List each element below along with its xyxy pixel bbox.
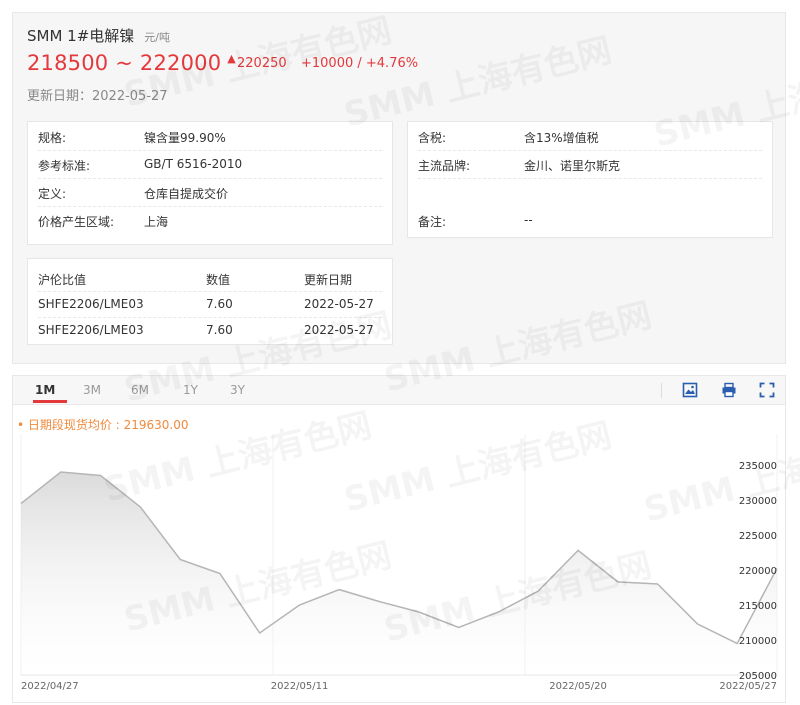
tab-3m[interactable]: 3M: [83, 383, 101, 397]
spec-label: 定义:: [38, 187, 67, 201]
product-unit: 元/吨: [144, 31, 171, 44]
spec-label: 备注:: [418, 215, 447, 229]
spec-value: 含13%增值税: [524, 131, 599, 145]
info-panel: SMM 1#电解镍 元/吨 218500 ~ 222000 ▲ 220250 +10…: [12, 12, 786, 364]
spec-row: 定义: 仓库自提成交价: [38, 178, 382, 207]
spec-value: --: [524, 213, 533, 227]
ratio-cell-date: 2022-05-27: [304, 323, 374, 337]
spec-label: 价格产生区域:: [38, 215, 115, 229]
active-tab-underline: [33, 400, 67, 403]
spec-row: 参考标准: GB/T 6516-2010: [38, 150, 382, 179]
price-range-value: 218500 ~ 222000: [27, 51, 222, 75]
spec-value: GB/T 6516-2010: [144, 157, 243, 171]
spec-label: 参考标准:: [38, 159, 91, 173]
spec-row: 价格产生区域: 上海: [38, 206, 382, 234]
spec-value: 金川、诺里尔斯克: [524, 159, 621, 173]
tab-1m[interactable]: 1M: [35, 383, 55, 397]
print-icon[interactable]: [721, 382, 737, 398]
y-tick-label: 215000: [739, 601, 777, 612]
toolbar-divider: [661, 383, 662, 398]
download-image-icon[interactable]: [682, 382, 698, 398]
x-tick-label: 2022/05/20: [549, 681, 607, 692]
spec-row: 含税: 含13%增值税: [418, 122, 762, 151]
avg-price: 220250: [237, 56, 287, 71]
ratio-cell-name: SHFE2206/LME03: [38, 297, 144, 311]
spec-box-left: 规格: 镍含量99.90% 参考标准: GB/T 6516-2010 定义: 仓库自提成交…: [27, 121, 393, 245]
spec-label: 规格:: [38, 131, 67, 145]
price-chart: 2050002100002150002200002250002300002350…: [20, 434, 778, 692]
y-tick-label: 210000: [739, 636, 777, 647]
ratio-cell-name: SHFE2206/LME03: [38, 323, 144, 337]
ratio-header-date: 更新日期: [304, 273, 353, 287]
update-date: 更新日期：2022-05-27: [27, 89, 168, 104]
range-tabs: 1M 3M 6M 1Y 3Y: [13, 376, 785, 405]
chart-panel: 1M 3M 6M 1Y 3Y • 日期段现货均价 : 219630.00 205…: [12, 375, 786, 703]
y-tick-label: 225000: [739, 531, 777, 542]
spec-row: 备注: --: [418, 206, 762, 234]
y-tick-label: 230000: [739, 496, 777, 507]
table-row: SHFE2206/LME03 7.60 2022-05-27: [38, 291, 382, 318]
product-title: SMM 1#电解镍 元/吨: [27, 25, 170, 46]
x-tick-label: 2022/04/27: [21, 681, 79, 692]
ratio-table-header: 沪伦比值 数值 更新日期: [38, 265, 382, 292]
up-arrow-icon: ▲: [227, 52, 236, 65]
spec-label: 含税:: [418, 131, 447, 145]
spec-row: 主流品牌: 金川、诺里尔斯克: [418, 150, 762, 179]
fullscreen-icon[interactable]: [759, 382, 775, 398]
tab-3y[interactable]: 3Y: [230, 383, 245, 397]
spec-value: 镍含量99.90%: [144, 131, 226, 145]
x-tick-label: 2022/05/27: [719, 681, 777, 692]
tab-1y[interactable]: 1Y: [183, 383, 198, 397]
x-tick-label: 2022/05/11: [271, 681, 329, 692]
spec-value: 仓库自提成交价: [144, 187, 229, 201]
price-range: 218500 ~ 222000 ▲: [27, 51, 236, 75]
spec-row: 规格: 镍含量99.90%: [38, 122, 382, 151]
spec-value: 上海: [144, 215, 169, 229]
ratio-header-value: 数值: [206, 273, 231, 287]
spec-label: 主流品牌:: [418, 159, 471, 173]
ratio-cell-date: 2022-05-27: [304, 297, 374, 311]
ratio-cell-value: 7.60: [206, 297, 233, 311]
ratio-table: 沪伦比值 数值 更新日期 SHFE2206/LME03 7.60 2022-05…: [27, 258, 393, 345]
spec-box-right: 含税: 含13%增值税主流品牌: 金川、诺里尔斯克备注: --: [407, 121, 773, 238]
ratio-header-name: 沪伦比值: [38, 273, 87, 287]
price-change: +10000 / +4.76%: [301, 56, 419, 71]
product-name: SMM 1#电解镍: [27, 27, 135, 45]
y-tick-label: 220000: [739, 566, 777, 577]
y-tick-label: 235000: [739, 461, 777, 472]
table-row: SHFE2206/LME03 7.60 2022-05-27: [38, 317, 382, 343]
ratio-cell-value: 7.60: [206, 323, 233, 337]
tab-6m[interactable]: 6M: [131, 383, 149, 397]
